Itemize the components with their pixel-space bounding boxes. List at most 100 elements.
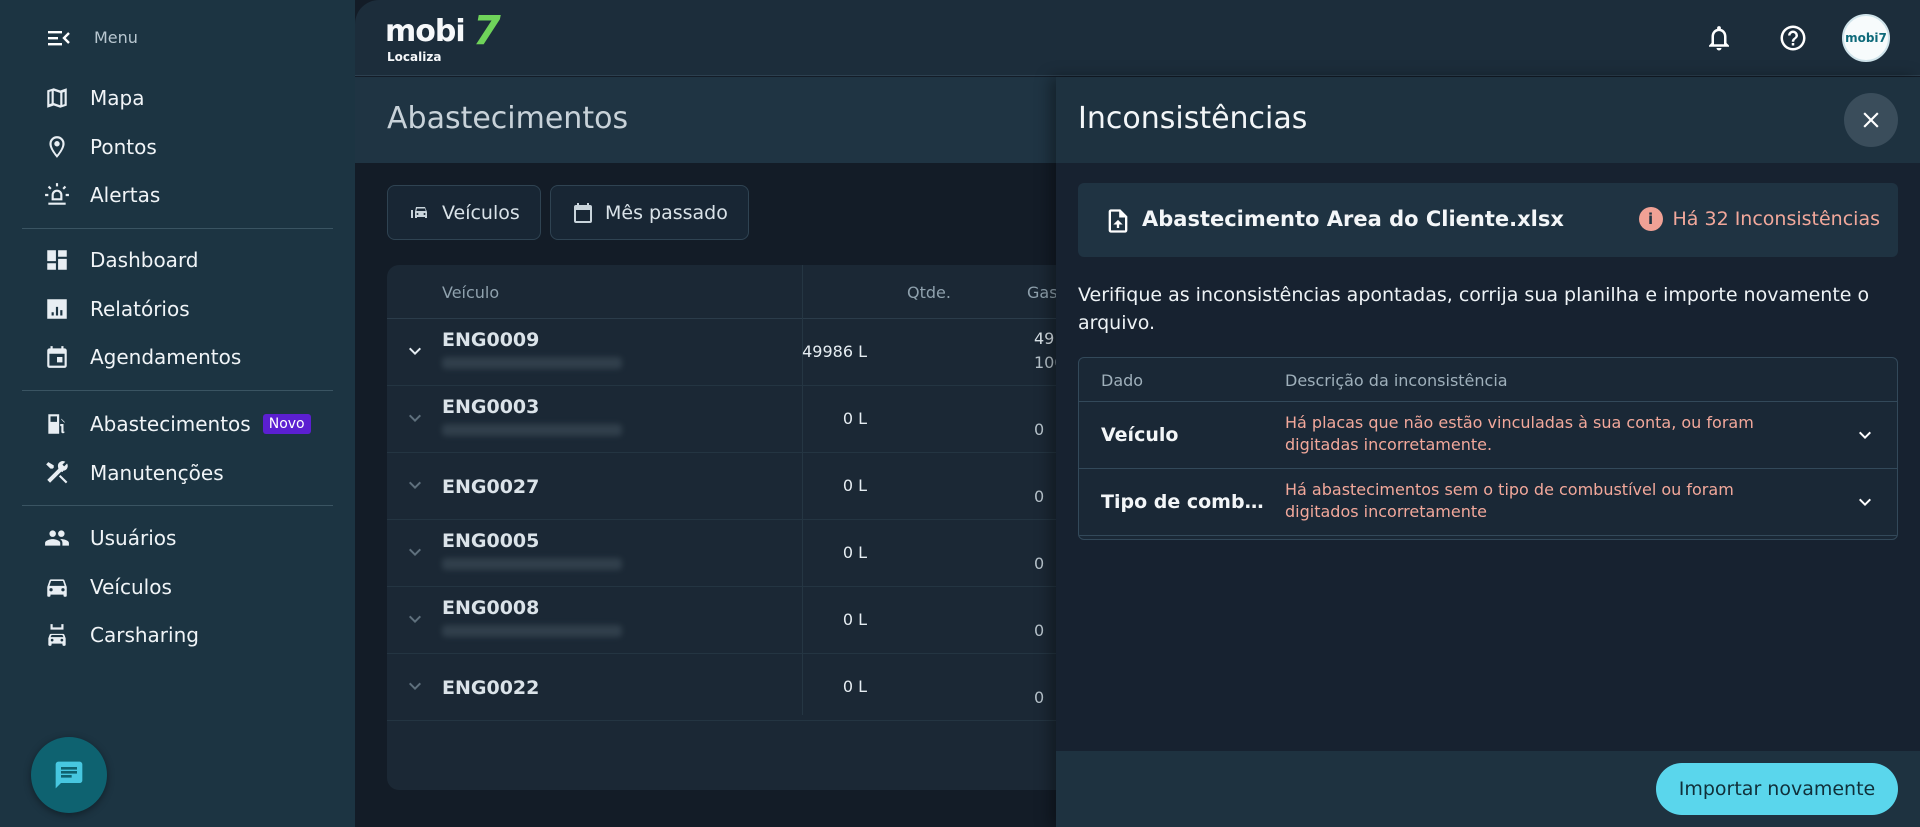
calendar-icon (47, 346, 67, 369)
sidebar-item-veiculos[interactable]: Veículos (22, 563, 333, 612)
nav-group-map: Mapa Pontos Alertas (22, 74, 333, 220)
sidebar-item-label: Dashboard (90, 248, 199, 273)
panel-body: Abastecimento Area do Cliente.xlsx i Há … (1056, 163, 1920, 751)
column-header-vehicle: Veículo (442, 283, 500, 302)
filter-label: Mês passado (605, 201, 728, 224)
carsharing-icon (48, 624, 66, 647)
field-name: Tipo de combustível (1101, 491, 1271, 513)
sidebar-item-carsharing[interactable]: Carsharing (22, 611, 333, 660)
sidebar-item-label: Carsharing (90, 623, 199, 648)
vehicle-plate: ENG0005 (442, 530, 540, 552)
new-badge: Novo (262, 414, 311, 435)
table-row[interactable]: ENG0022 0 L 0 (387, 654, 1087, 721)
help-icon (1780, 25, 1806, 51)
sidebar-item-abastecimentos[interactable]: Abastecimentos Novo (22, 400, 333, 449)
gas-value-secondary: 0 (1034, 621, 1045, 640)
sidebar-divider (22, 228, 333, 229)
gas-value-secondary: 0 (1034, 487, 1045, 506)
siren-icon (45, 183, 69, 205)
calendar-icon (574, 202, 592, 223)
quantity-value: 0 L (842, 476, 867, 495)
inconsistencies-panel: Inconsistências Abastecimento Area do Cl… (1056, 77, 1920, 827)
vehicle-description-redacted (442, 357, 622, 369)
sidebar-item-label: Mapa (90, 86, 145, 111)
quantity-value: 0 L (842, 610, 867, 629)
refuelings-table: Veículo Qtde. Gas ENG0009 49986 L 49 100… (387, 265, 1087, 790)
table-row[interactable]: Tipo de combustível Há abastecimentos se… (1079, 469, 1897, 536)
filter-label: Veículos (442, 201, 520, 224)
chat-button[interactable] (31, 737, 107, 813)
field-name: Veículo (1101, 424, 1179, 446)
menu-collapse-icon (48, 30, 70, 45)
sidebar-item-pontos[interactable]: Pontos (22, 123, 333, 172)
chevron-down-icon[interactable] (403, 406, 427, 430)
help-button[interactable] (1775, 20, 1811, 56)
period-filter-button[interactable]: Mês passado (550, 185, 749, 240)
chevron-down-icon[interactable] (403, 339, 427, 363)
sidebar: Menu Mapa Pontos Alertas Dashboard Relat… (0, 0, 355, 827)
table-row[interactable]: ENG0003 0 L 0 (387, 386, 1087, 453)
sidebar-item-label: Manutenções (90, 460, 224, 485)
column-header-gas: Gas (1027, 283, 1058, 302)
chevron-down-icon[interactable] (403, 674, 427, 698)
vehicle-plate: ENG0003 (442, 396, 540, 418)
cars-icon (411, 206, 427, 218)
chevron-down-icon[interactable] (1853, 423, 1877, 447)
bell-icon (1709, 26, 1729, 51)
import-again-button[interactable]: Importar novamente (1656, 763, 1898, 815)
file-card: Abastecimento Area do Cliente.xlsx i Há … (1078, 183, 1898, 257)
chevron-down-icon[interactable] (1853, 490, 1877, 514)
nav-group-admin: Usuários Veículos Carsharing (22, 514, 333, 660)
table-row[interactable]: ENG0009 49986 L 49 100 (387, 319, 1087, 386)
column-header-qty: Qtde. (907, 283, 951, 302)
inconsistency-description: Há abastecimentos sem o tipo de combustí… (1285, 480, 1734, 521)
sidebar-item-label: Alertas (90, 183, 161, 208)
file-name: Abastecimento Area do Cliente.xlsx (1142, 207, 1564, 231)
vehicles-filter-button[interactable]: Veículos (387, 185, 541, 240)
file-upload-icon (1104, 207, 1132, 235)
quantity-value: 0 L (842, 543, 867, 562)
fuel-icon (48, 414, 65, 434)
gas-value-secondary: 0 (1034, 420, 1045, 439)
menu-toggle[interactable]: Menu (48, 28, 138, 47)
vehicle-description-redacted (442, 424, 622, 436)
table-row[interactable]: ENG0008 0 L 0 (387, 587, 1087, 654)
sidebar-item-manutencoes[interactable]: Manutenções (22, 449, 333, 498)
users-icon (45, 530, 69, 546)
user-avatar[interactable]: mobi7 (1842, 14, 1890, 62)
instructions-text: Verifique as inconsistências apontadas, … (1078, 284, 1870, 334)
sidebar-item-mapa[interactable]: Mapa (22, 74, 333, 123)
sidebar-item-dashboard[interactable]: Dashboard (22, 236, 333, 285)
quantity-value: 0 L (842, 677, 867, 696)
table-row[interactable]: Veículo Há placas que não estão vinculad… (1079, 402, 1897, 469)
vehicle-plate: ENG0022 (442, 677, 540, 699)
sidebar-item-relatorios[interactable]: Relatórios (22, 285, 333, 334)
close-panel-button[interactable] (1844, 93, 1898, 147)
mobi7-logo[interactable]: mobi 7 Localiza (385, 8, 501, 66)
table-row[interactable]: ENG0027 0 L 0 (387, 453, 1087, 520)
chevron-down-icon[interactable] (403, 607, 427, 631)
gas-value: 49 (1034, 329, 1055, 348)
sidebar-item-agendamentos[interactable]: Agendamentos (22, 333, 333, 382)
gas-value-secondary: 0 (1034, 554, 1045, 573)
top-bar: mobi 7 Localiza mobi7 (355, 0, 1920, 76)
quantity-value: 49986 L (802, 342, 867, 361)
sidebar-item-label: Usuários (90, 526, 177, 551)
sidebar-item-usuarios[interactable]: Usuários (22, 514, 333, 563)
sidebar-divider (22, 390, 333, 391)
chevron-down-icon[interactable] (403, 473, 427, 497)
sidebar-item-alertas[interactable]: Alertas (22, 171, 333, 220)
quantity-value: 0 L (842, 409, 867, 428)
gas-value-secondary: 0 (1034, 688, 1045, 707)
chevron-down-icon[interactable] (403, 540, 427, 564)
vehicle-plate: ENG0008 (442, 597, 540, 619)
notifications-button[interactable] (1701, 20, 1737, 56)
sidebar-item-label: Pontos (90, 134, 157, 159)
panel-footer: Importar novamente (1056, 751, 1920, 827)
table-row[interactable]: ENG0005 0 L 0 (387, 520, 1087, 587)
nav-group-reports: Dashboard Relatórios Agendamentos (22, 236, 333, 382)
panel-title: Inconsistências (1078, 101, 1308, 136)
logo-text: mobi (385, 14, 466, 49)
nav-group-operations: Abastecimentos Novo Manutenções (22, 400, 333, 497)
sidebar-divider (22, 505, 333, 506)
